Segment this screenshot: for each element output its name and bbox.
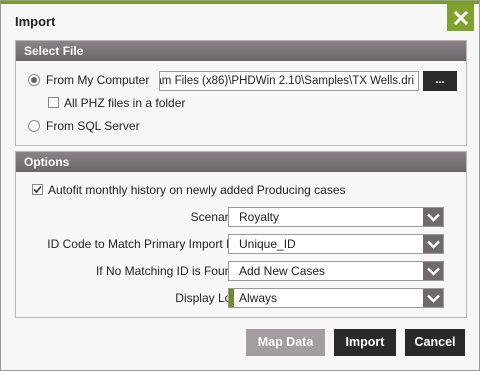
from-computer-label: From My Computer xyxy=(46,73,150,87)
chevron-down-icon xyxy=(423,289,443,307)
autofit-checkbox[interactable] xyxy=(32,184,43,195)
chevron-down-icon xyxy=(423,262,443,280)
top-accent-bar xyxy=(1,1,479,4)
options-header: Options xyxy=(16,152,466,172)
no-match-value: Add New Cases xyxy=(239,264,326,278)
import-button[interactable]: Import xyxy=(334,329,396,356)
from-computer-radio[interactable] xyxy=(28,74,40,86)
no-match-label: If No Matching ID is Found xyxy=(95,264,238,278)
no-match-select[interactable]: Add New Cases xyxy=(228,261,444,281)
dialog-title: Import xyxy=(15,14,56,29)
import-dialog: Import Select File From My Computer C:\P… xyxy=(0,0,480,371)
file-path-input[interactable]: C:\Program Files (x86)\PHDWin 2.10\Sampl… xyxy=(159,71,419,91)
select-file-header: Select File xyxy=(16,41,466,61)
id-code-select[interactable]: Unique_ID xyxy=(228,234,444,254)
chevron-down-icon xyxy=(423,208,443,226)
all-phz-label: All PHZ files in a folder xyxy=(64,96,186,110)
from-sql-label: From SQL Server xyxy=(46,119,140,133)
autofit-label: Autofit monthly history on newly added P… xyxy=(48,183,346,197)
browse-button[interactable]: ... xyxy=(423,71,457,91)
id-code-value: Unique_ID xyxy=(239,237,296,251)
close-button[interactable] xyxy=(447,4,474,31)
map-data-button[interactable]: Map Data xyxy=(246,329,325,356)
display-log-value: Always xyxy=(239,291,278,305)
checkmark-icon xyxy=(33,185,42,194)
focus-marker xyxy=(229,289,234,307)
id-code-label: ID Code to Match Primary Import ID xyxy=(47,237,238,251)
chevron-down-icon xyxy=(423,235,443,253)
select-file-section: Select File From My Computer C:\Program … xyxy=(15,40,467,146)
file-path-value: C:\Program Files (x86)\PHDWin 2.10\Sampl… xyxy=(160,75,414,87)
close-icon xyxy=(453,10,468,25)
scenario-select[interactable]: Royalty xyxy=(228,207,444,227)
all-phz-checkbox[interactable] xyxy=(48,97,59,108)
display-log-select[interactable]: Always xyxy=(228,288,444,308)
cancel-button[interactable]: Cancel xyxy=(405,329,465,356)
options-section: Options Autofit monthly history on newly… xyxy=(15,151,467,318)
scenario-value: Royalty xyxy=(239,210,280,224)
from-sql-radio[interactable] xyxy=(28,120,40,132)
